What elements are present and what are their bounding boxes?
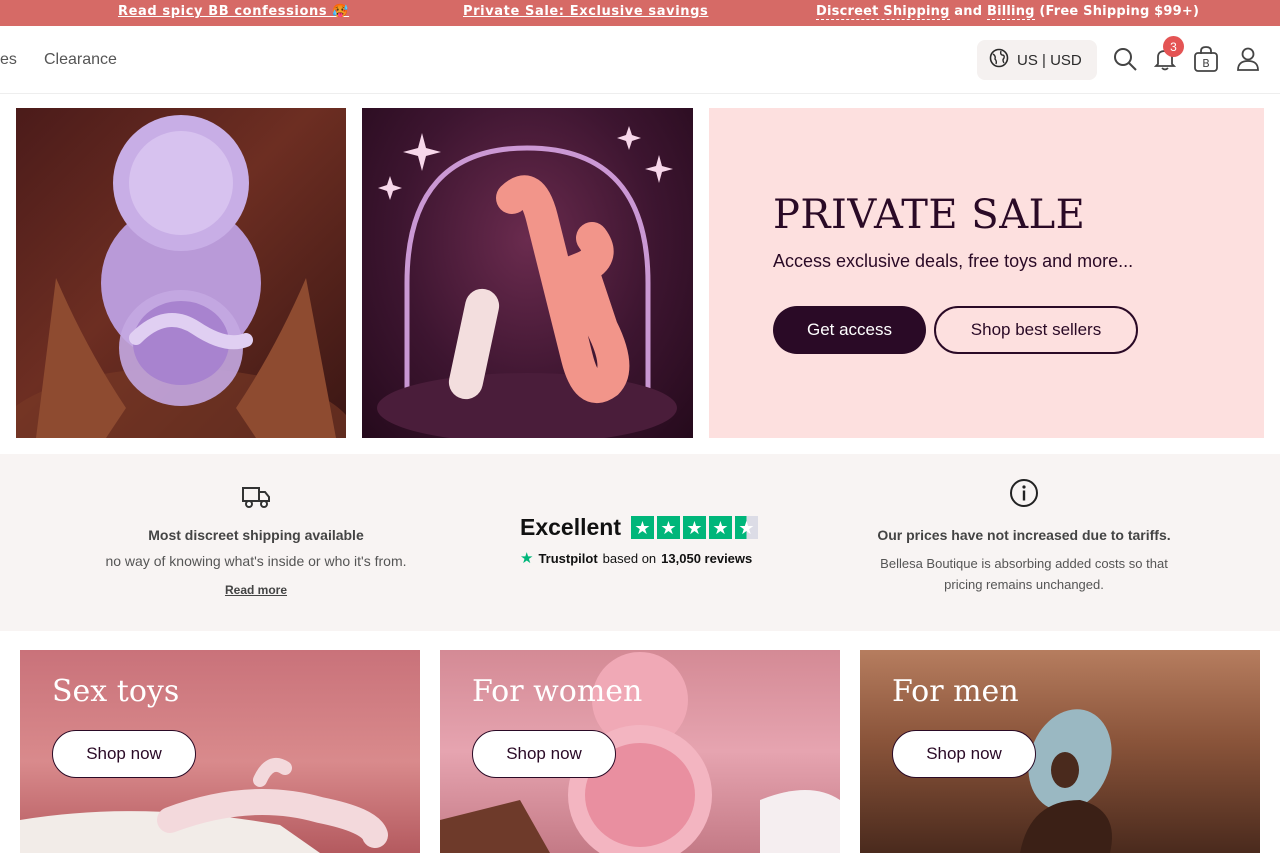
category-card-sex-toys[interactable]: Sex toys Shop now (20, 650, 420, 853)
info-icon (1009, 479, 1039, 512)
category-title: For men (892, 674, 1019, 709)
bag-letter: B (1202, 57, 1210, 70)
hero-image-compact-toy[interactable] (16, 108, 346, 438)
read-more-link[interactable]: Read more (225, 583, 287, 597)
tariff-description: Bellesa Boutique is absorbing added cost… (880, 556, 1168, 592)
announcement-link-private-sale[interactable]: Private Sale: Exclusive savings (463, 4, 708, 19)
half-star-icon: ★ (735, 516, 758, 539)
shipping-description: no way of knowing what's inside or who i… (105, 553, 407, 569)
trustpilot-rating-row: Excellent ★ ★ ★ ★ ★ (520, 514, 760, 541)
site-header: es Clearance US | USD 3 B (0, 26, 1280, 94)
private-sale-promo: PRIVATE SALE Access exclusive deals, fre… (709, 108, 1264, 438)
trustpilot-logo-star-icon: ★ (520, 550, 534, 567)
get-access-button[interactable]: Get access (773, 306, 926, 354)
promo-subtitle: Access exclusive deals, free toys and mo… (773, 251, 1134, 271)
nav-item-partial[interactable]: es (0, 51, 17, 69)
announcement-bar: Read spicy BB confessions 🥵 Private Sale… (0, 0, 1280, 26)
shop-best-sellers-button[interactable]: Shop best sellers (934, 306, 1138, 354)
trustpilot-widget[interactable]: Excellent ★ ★ ★ ★ ★ ★ Trustpilot based o… (520, 514, 760, 567)
locale-selector[interactable]: US | USD (977, 40, 1097, 80)
bag-icon[interactable]: B (1192, 44, 1220, 74)
billing-link[interactable]: Billing (986, 4, 1035, 20)
hero-image-rabbit-toy[interactable] (362, 108, 693, 438)
tariff-info: Our prices have not increased due to tar… (864, 478, 1184, 595)
announcement-shipping-billing: Discreet Shipping and Billing (Free Ship… (816, 4, 1200, 20)
announcement-link-confessions[interactable]: Read spicy BB confessions 🥵 (118, 4, 349, 19)
star-icon: ★ (683, 516, 706, 539)
promo-title: PRIVATE SALE (773, 192, 1086, 238)
trustpilot-review-count: 13,050 reviews (661, 550, 753, 566)
nav-item-clearance[interactable]: Clearance (44, 51, 117, 69)
shop-now-button[interactable]: Shop now (52, 730, 196, 778)
shop-now-button[interactable]: Shop now (892, 730, 1036, 778)
free-shipping-text: (Free Shipping $99+) (1034, 4, 1200, 19)
trustpilot-stars: ★ ★ ★ ★ ★ (631, 516, 758, 539)
star-icon: ★ (709, 516, 732, 539)
locale-label: US | USD (1017, 51, 1082, 69)
category-card-for-women[interactable]: For women Shop now (440, 650, 840, 853)
star-icon: ★ (657, 516, 680, 539)
shipping-title: Most discreet shipping available (148, 527, 364, 543)
discreet-shipping-link[interactable]: Discreet Shipping (816, 4, 950, 20)
trustpilot-name: Trustpilot (538, 550, 598, 566)
info-band: Most discreet shipping available no way … (0, 454, 1280, 631)
user-icon[interactable] (1234, 44, 1262, 74)
search-icon[interactable] (1111, 44, 1139, 74)
shop-now-button[interactable]: Shop now (472, 730, 616, 778)
category-title: Sex toys (52, 674, 180, 709)
globe-icon (989, 48, 1009, 72)
category-card-for-men[interactable]: For men Shop now (860, 650, 1260, 853)
trustpilot-reviews-row: ★ Trustpilot based on 13,050 reviews (520, 549, 760, 567)
shipping-info: Most discreet shipping available no way … (56, 484, 456, 599)
tariff-title: Our prices have not increased due to tar… (877, 527, 1171, 543)
notification-badge: 3 (1163, 36, 1184, 57)
trustpilot-rating-label: Excellent (520, 514, 621, 540)
truck-icon (241, 487, 271, 514)
announcement-and-text: and (949, 4, 987, 19)
category-title: For women (472, 674, 643, 709)
star-icon: ★ (631, 516, 654, 539)
trustpilot-based-on: based on (602, 550, 657, 566)
